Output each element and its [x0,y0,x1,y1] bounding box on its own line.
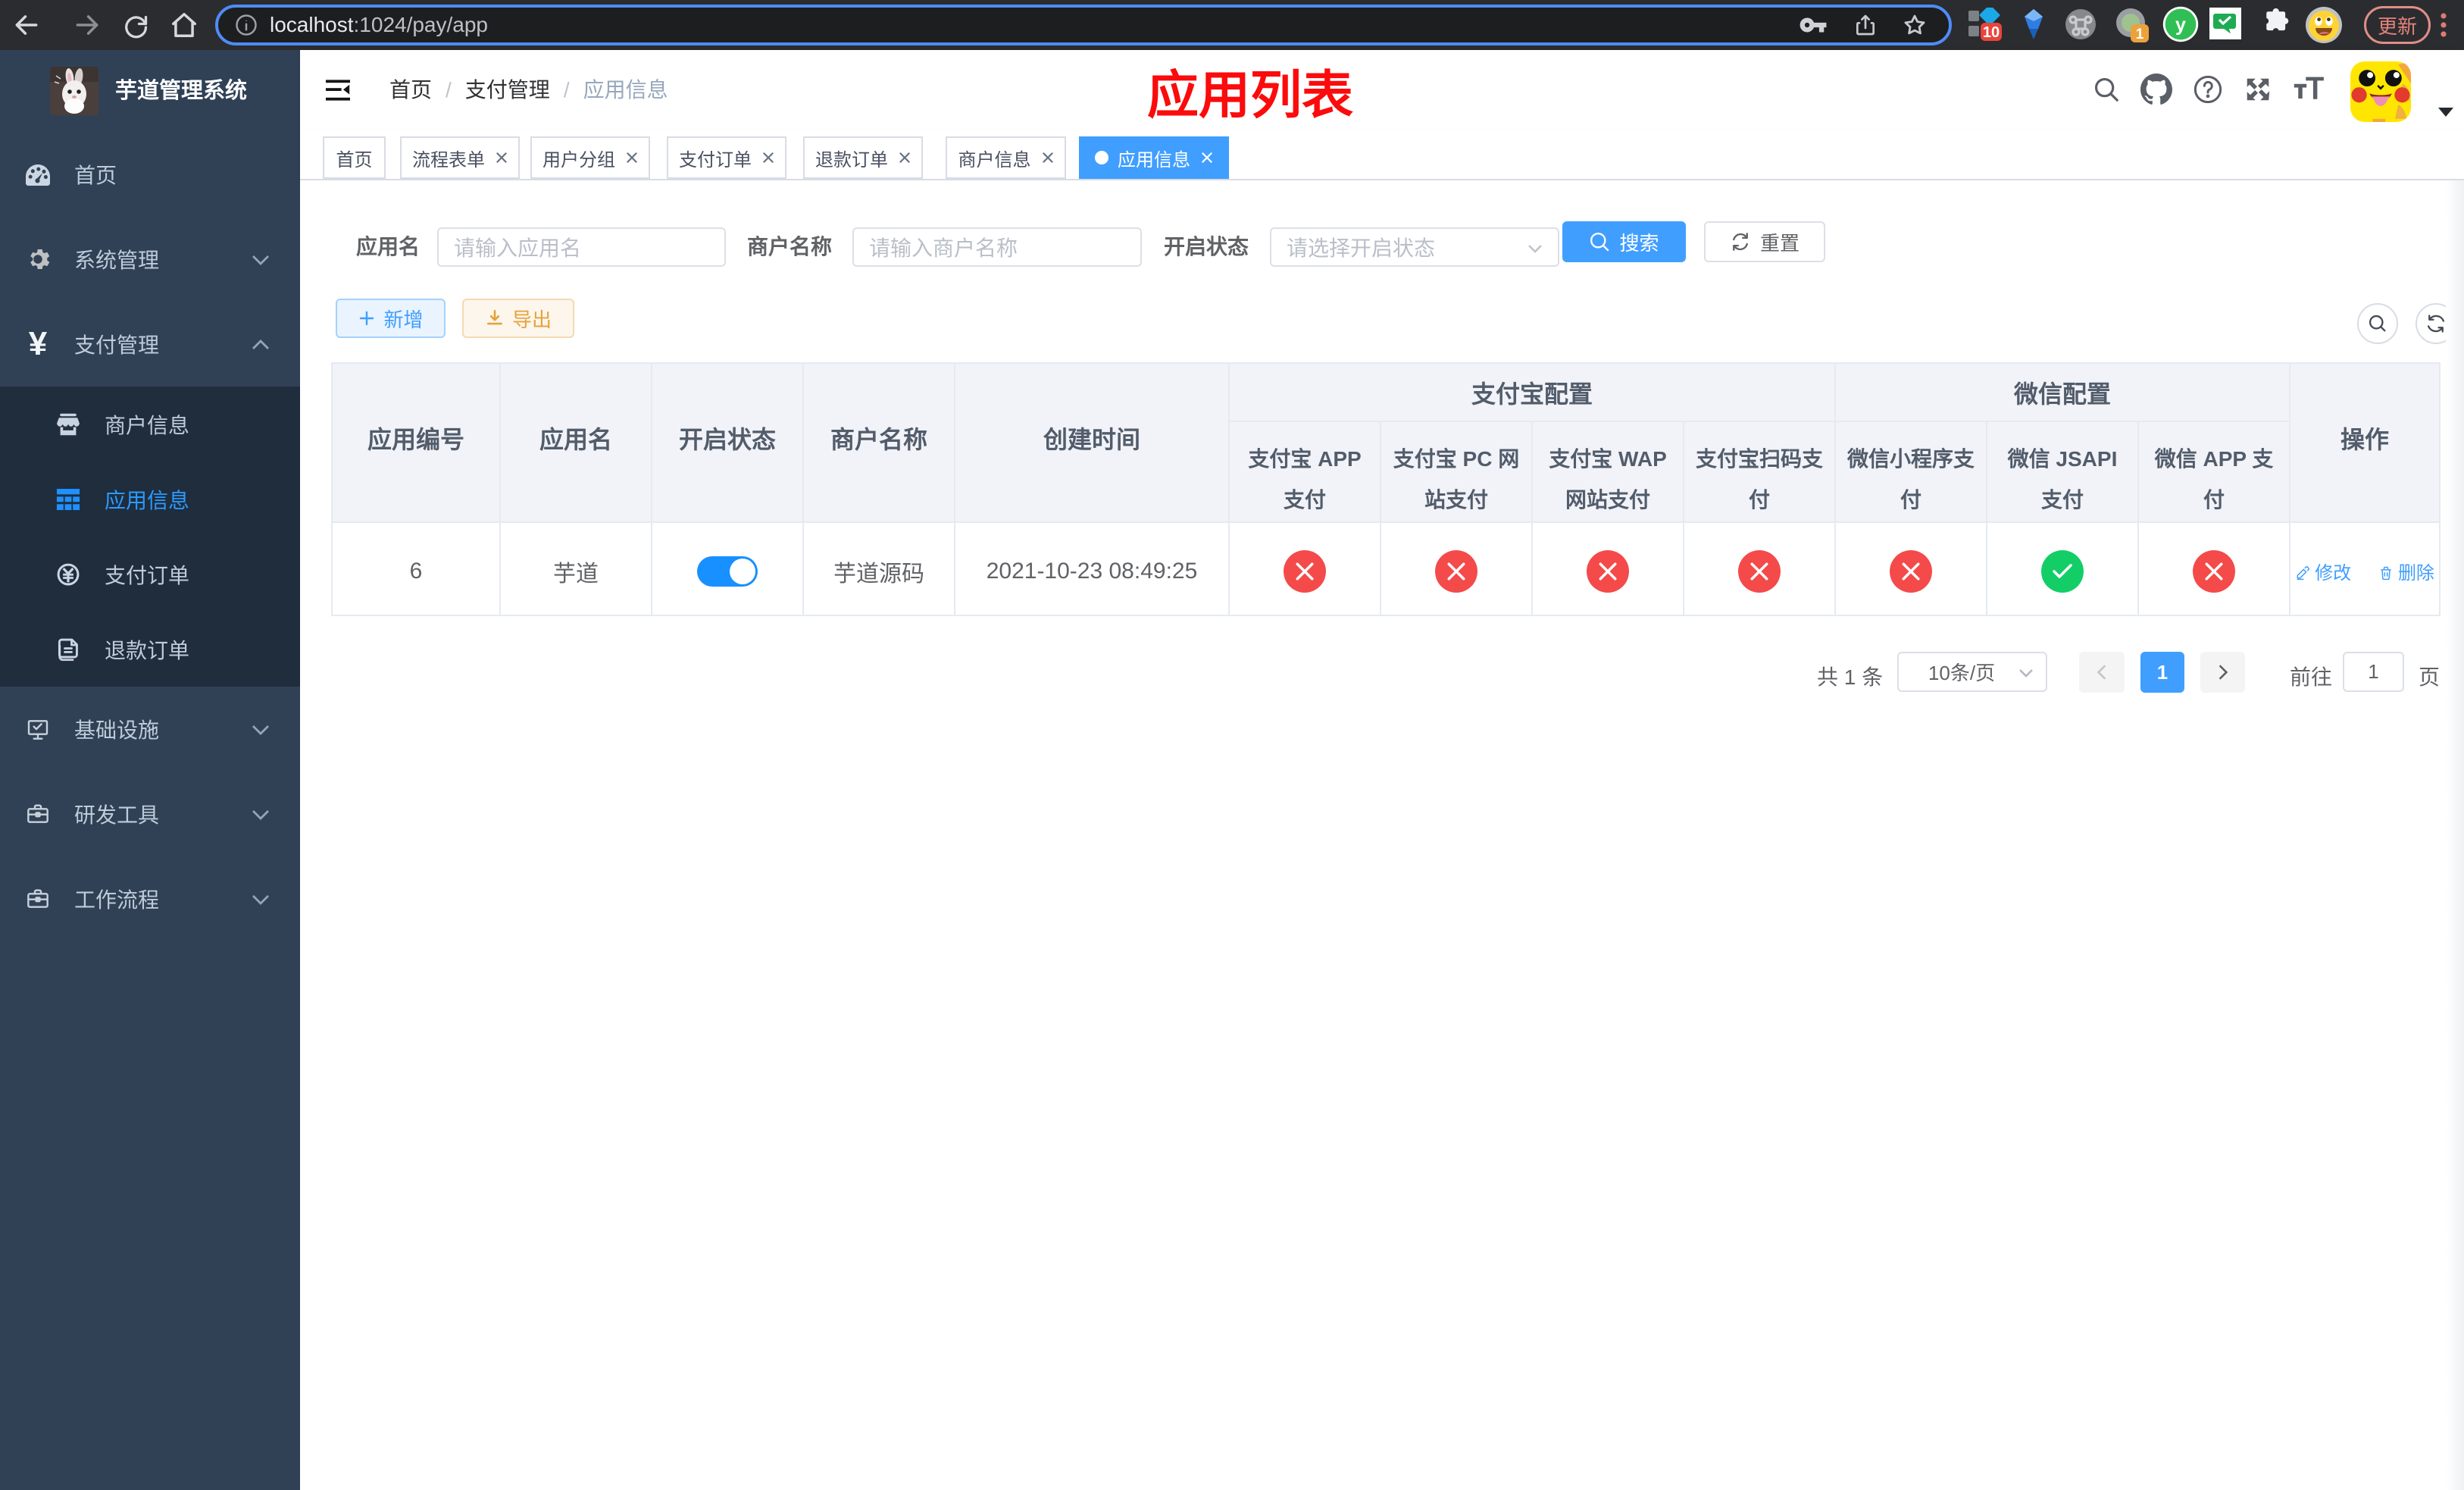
svg-text:y: y [2175,14,2186,36]
svg-text:10: 10 [1983,24,2000,41]
svg-text:1: 1 [2136,27,2144,42]
